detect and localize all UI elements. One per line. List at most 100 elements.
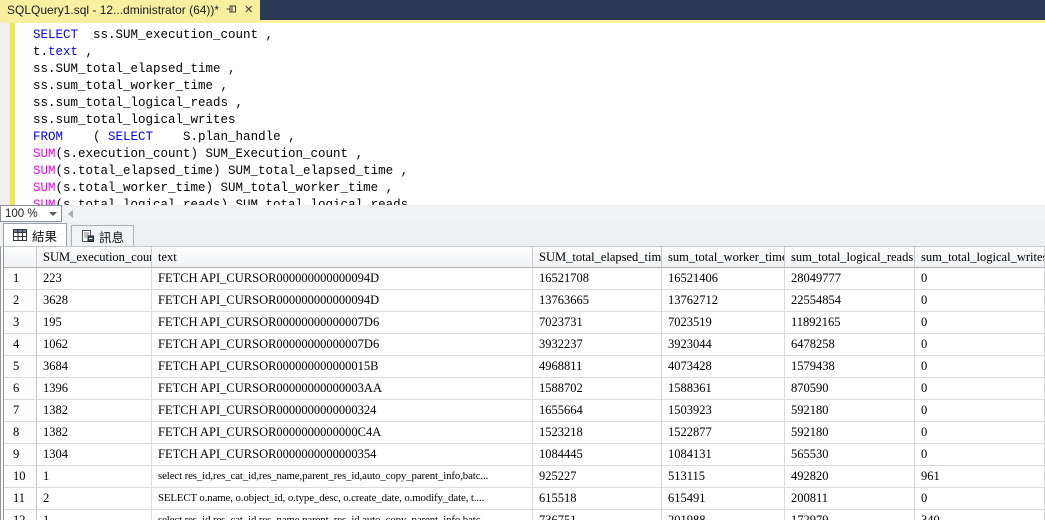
grid-cell[interactable]: 4968811: [533, 356, 662, 378]
grid-cell[interactable]: select res_id,res_cat_id,res_name,parent…: [152, 466, 533, 488]
close-icon[interactable]: ✕: [244, 5, 253, 16]
column-header[interactable]: text: [152, 247, 533, 268]
grid-cell[interactable]: 223: [37, 268, 152, 290]
row-number-cell[interactable]: 9: [4, 444, 37, 466]
grid-cell[interactable]: 0: [915, 290, 1045, 312]
grid-cell[interactable]: 0: [915, 334, 1045, 356]
grid-cell[interactable]: FETCH API_CURSOR00000000000003AA: [152, 378, 533, 400]
grid-cell[interactable]: 1503923: [662, 400, 785, 422]
column-header[interactable]: sum_total_logical_reads: [785, 247, 915, 268]
pin-icon[interactable]: [226, 3, 237, 17]
row-number-cell[interactable]: 2: [4, 290, 37, 312]
grid-cell[interactable]: 3684: [37, 356, 152, 378]
grid-cell[interactable]: 1304: [37, 444, 152, 466]
grid-cell[interactable]: 340: [915, 510, 1045, 520]
grid-cell[interactable]: 0: [915, 422, 1045, 444]
grid-cell[interactable]: 1: [37, 510, 152, 520]
row-number-cell[interactable]: 1: [4, 268, 37, 290]
document-tab[interactable]: SQLQuery1.sql - 12...dministrator (64))*…: [0, 0, 260, 20]
grid-cell[interactable]: FETCH API_CURSOR0000000000000354: [152, 444, 533, 466]
grid-cell[interactable]: 13762712: [662, 290, 785, 312]
grid-cell[interactable]: 592180: [785, 422, 915, 444]
grid-cell[interactable]: 0: [915, 312, 1045, 334]
grid-cell[interactable]: 1523218: [533, 422, 662, 444]
grid-cell[interactable]: 195: [37, 312, 152, 334]
grid-cell[interactable]: 16521406: [662, 268, 785, 290]
grid-cell[interactable]: 1382: [37, 400, 152, 422]
grid-cell[interactable]: 492820: [785, 466, 915, 488]
row-number-cell[interactable]: 8: [4, 422, 37, 444]
row-number-cell[interactable]: 11: [4, 488, 37, 510]
grid-cell[interactable]: FETCH API_CURSOR00000000000007D6: [152, 334, 533, 356]
grid-cell[interactable]: 0: [915, 378, 1045, 400]
grid-cell[interactable]: 1588361: [662, 378, 785, 400]
grid-cell[interactable]: 3932237: [533, 334, 662, 356]
column-header[interactable]: SUM_execution_count: [37, 247, 152, 268]
grid-cell[interactable]: 615518: [533, 488, 662, 510]
grid-cell[interactable]: 200811: [785, 488, 915, 510]
row-number-cell[interactable]: 7: [4, 400, 37, 422]
grid-cell[interactable]: FETCH API_CURSOR0000000000000C4A: [152, 422, 533, 444]
grid-cell[interactable]: 7023731: [533, 312, 662, 334]
grid-cell[interactable]: 3923044: [662, 334, 785, 356]
grid-cell[interactable]: 4073428: [662, 356, 785, 378]
grid-cell[interactable]: 3628: [37, 290, 152, 312]
grid-cell[interactable]: 1: [37, 466, 152, 488]
grid-cell[interactable]: 1655664: [533, 400, 662, 422]
scroll-left-arrow-icon[interactable]: [68, 210, 73, 218]
grid-cell[interactable]: 13763665: [533, 290, 662, 312]
grid-cell[interactable]: 1062: [37, 334, 152, 356]
grid-cell[interactable]: FETCH API_CURSOR00000000000007D6: [152, 312, 533, 334]
grid-cell[interactable]: 961: [915, 466, 1045, 488]
grid-cell[interactable]: 1396: [37, 378, 152, 400]
column-header[interactable]: sum_total_worker_time: [662, 247, 785, 268]
grid-cell[interactable]: FETCH API_CURSOR0000000000000324: [152, 400, 533, 422]
grid-cell[interactable]: 6478258: [785, 334, 915, 356]
grid-cell[interactable]: 1084445: [533, 444, 662, 466]
grid-cell[interactable]: select res_id,res_cat_id,res_name,parent…: [152, 510, 533, 520]
grid-cell[interactable]: 28049777: [785, 268, 915, 290]
grid-cell[interactable]: 925227: [533, 466, 662, 488]
grid-cell[interactable]: FETCH API_CURSOR000000000000015B: [152, 356, 533, 378]
grid-body[interactable]: SUM_execution_counttextSUM_total_elapsed…: [4, 247, 1045, 520]
grid-corner-cell[interactable]: [4, 247, 37, 268]
grid-cell[interactable]: 513115: [662, 466, 785, 488]
grid-cell[interactable]: 1579438: [785, 356, 915, 378]
row-number-cell[interactable]: 4: [4, 334, 37, 356]
grid-cell[interactable]: 565530: [785, 444, 915, 466]
code-area[interactable]: SELECT ss.SUM_execution_count ,t.text ,s…: [33, 27, 1045, 205]
row-number-cell[interactable]: 3: [4, 312, 37, 334]
grid-cell[interactable]: 0: [915, 356, 1045, 378]
grid-cell[interactable]: 1522877: [662, 422, 785, 444]
grid-cell[interactable]: 7023519: [662, 312, 785, 334]
grid-cell[interactable]: 592180: [785, 400, 915, 422]
column-header[interactable]: SUM_total_elapsed_time: [533, 247, 662, 268]
grid-cell[interactable]: 0: [915, 444, 1045, 466]
grid-cell[interactable]: 1084131: [662, 444, 785, 466]
grid-cell[interactable]: 0: [915, 268, 1045, 290]
grid-cell[interactable]: 870590: [785, 378, 915, 400]
grid-cell[interactable]: 0: [915, 488, 1045, 510]
grid-cell[interactable]: 1382: [37, 422, 152, 444]
grid-cell[interactable]: FETCH API_CURSOR000000000000094D: [152, 268, 533, 290]
grid-cell[interactable]: 172979: [785, 510, 915, 520]
row-number-cell[interactable]: 5: [4, 356, 37, 378]
grid-cell[interactable]: SELECT o.name, o.object_id, o.type_desc,…: [152, 488, 533, 510]
grid-cell[interactable]: 16521708: [533, 268, 662, 290]
grid-cell[interactable]: 22554854: [785, 290, 915, 312]
grid-cell[interactable]: 2: [37, 488, 152, 510]
grid-cell[interactable]: 615491: [662, 488, 785, 510]
row-number-cell[interactable]: 6: [4, 378, 37, 400]
grid-cell[interactable]: FETCH API_CURSOR000000000000094D: [152, 290, 533, 312]
grid-cell[interactable]: 0: [915, 400, 1045, 422]
grid-cell[interactable]: 1588702: [533, 378, 662, 400]
sql-editor[interactable]: SELECT ss.SUM_execution_count ,t.text ,s…: [0, 23, 1045, 205]
grid-cell[interactable]: 201988: [662, 510, 785, 520]
editor-zoom-dropdown[interactable]: 100 %: [0, 205, 62, 222]
row-number-cell[interactable]: 12: [4, 510, 37, 520]
grid-cell[interactable]: 736751: [533, 510, 662, 520]
grid-cell[interactable]: 11892165: [785, 312, 915, 334]
tab-results[interactable]: 結果: [3, 223, 67, 246]
editor-horizontal-scrollbar[interactable]: [62, 205, 1045, 222]
tab-messages[interactable]: 訊息: [71, 225, 134, 246]
